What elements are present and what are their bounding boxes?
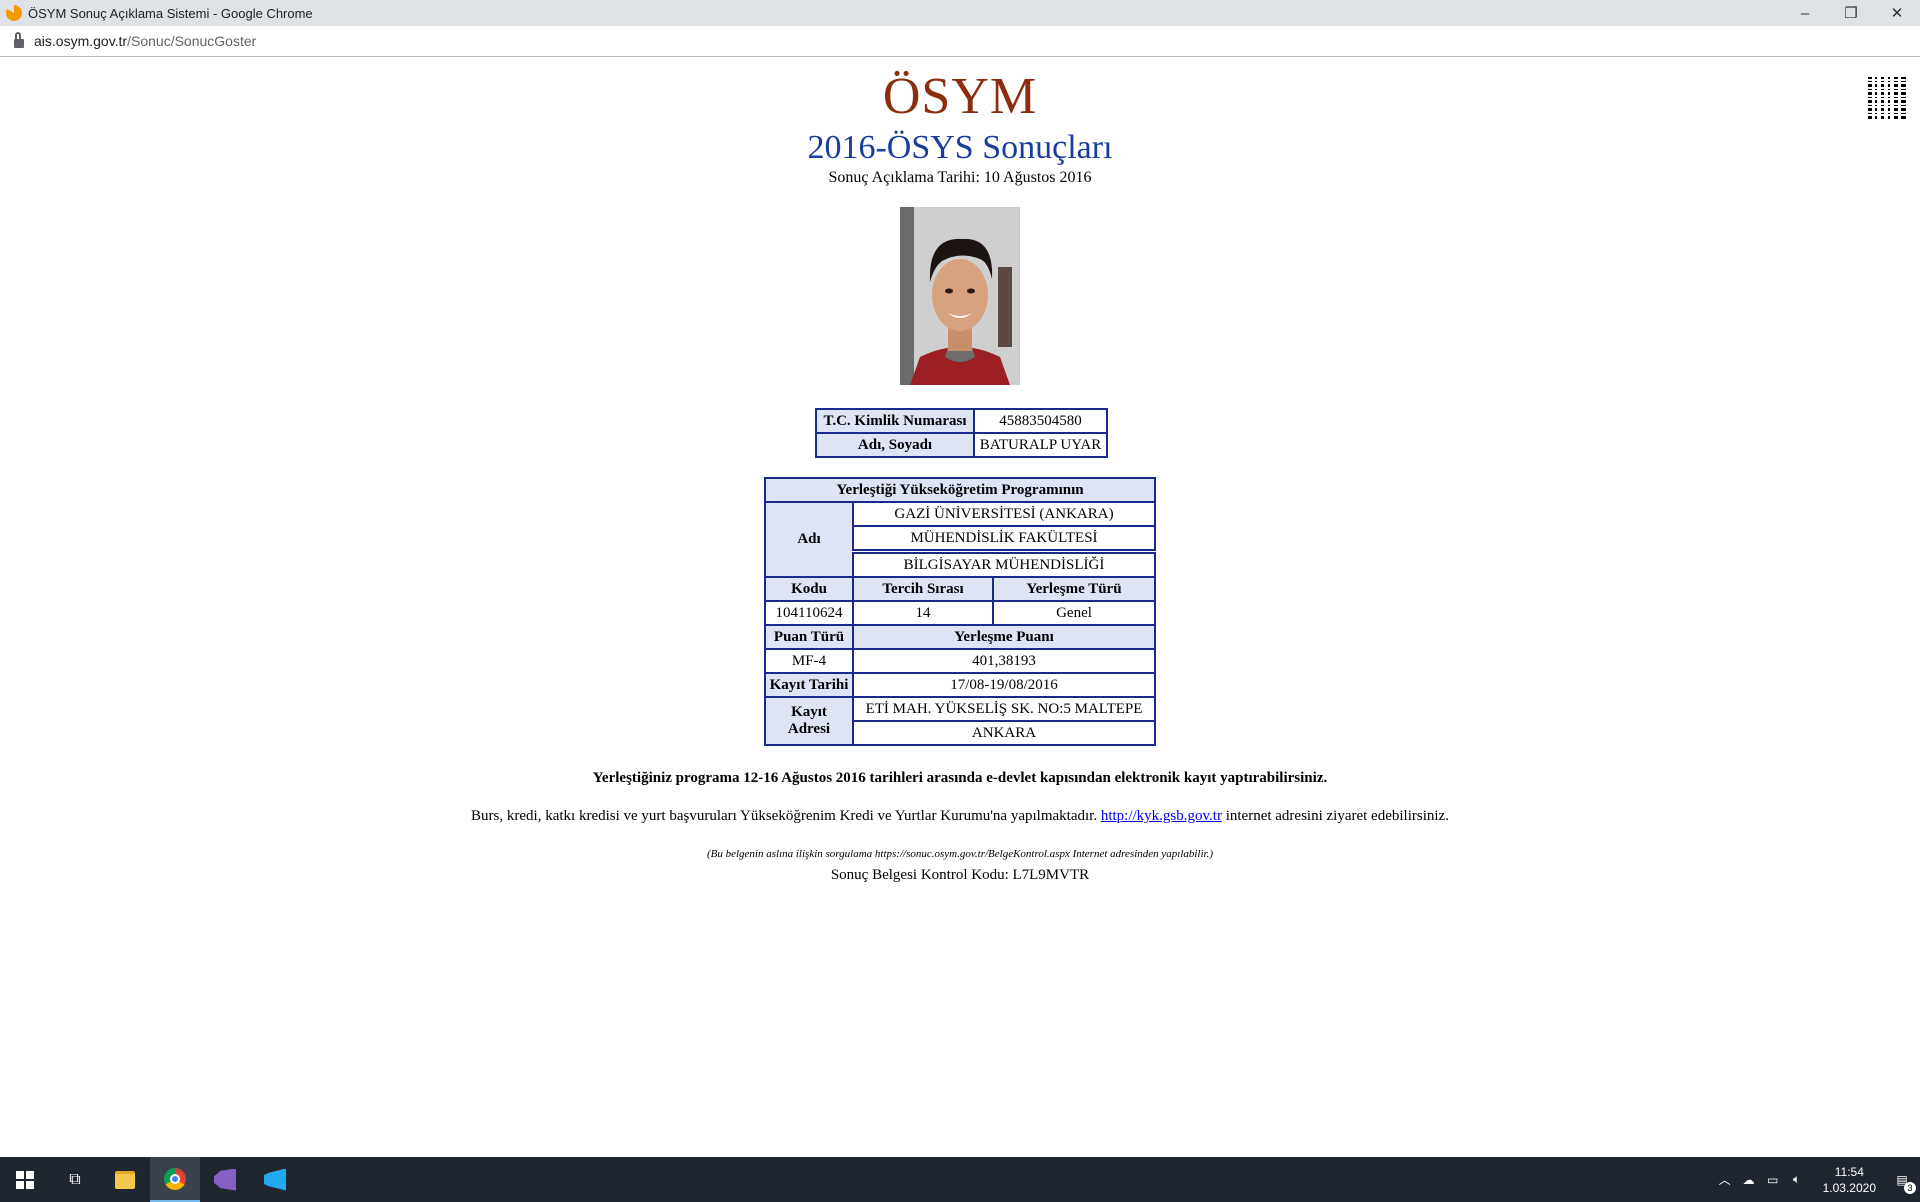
- loans-message-suffix: internet adresini ziyaret edebilirsiniz.: [1225, 808, 1449, 824]
- name-value: BATURALP UYAR: [973, 432, 1108, 458]
- notification-count: 3: [1904, 1181, 1916, 1194]
- kyk-link[interactable]: http://kyk.gsb.gov.tr: [1101, 808, 1222, 824]
- restore-button[interactable]: ❐: [1828, 0, 1874, 26]
- control-code: Sonuç Belgesi Kontrol Kodu: L7L9MVTR: [830, 867, 1090, 883]
- lock-icon[interactable]: [14, 31, 24, 48]
- identity-table: T.C. Kimlik Numarası 45883504580 Adı, So…: [815, 408, 1108, 458]
- windows-taskbar: ⧉ ︿ ☁ ▭ 🔈︎ 11:54 1.03.2020 ▤ 3: [0, 1157, 1920, 1202]
- tc-label: T.C. Kimlik Numarası: [815, 408, 975, 434]
- system-tray: ︿ ☁ ▭ 🔈︎ 11:54 1.03.2020 ▤ 3: [1717, 1164, 1920, 1196]
- chevron-up-icon[interactable]: ︿: [1717, 1172, 1733, 1188]
- program-name-label: Adı: [764, 501, 854, 578]
- task-view-icon: ⧉: [69, 1170, 81, 1188]
- visual-studio-icon: [214, 1168, 236, 1191]
- window-title: ÖSYM Sonuç Açıklama Sistemi - Google Chr…: [28, 5, 313, 21]
- score-type-value: MF-4: [764, 648, 854, 674]
- placement-type-label: Yerleşme Türü: [992, 576, 1156, 602]
- visual-studio-button[interactable]: [200, 1157, 250, 1202]
- registration-date-label: Kayıt Tarihi: [764, 672, 854, 698]
- close-button[interactable]: ✕: [1874, 0, 1920, 26]
- verification-note: (Bu belgenin aslına ilişkin sorgulama ht…: [706, 848, 1214, 860]
- url-host[interactable]: ais.osym.gov.tr: [34, 33, 127, 49]
- registration-date-value: 17/08-19/08/2016: [852, 672, 1156, 698]
- result-page: ÖSYM 2016-ÖSYS Sonuçları Sonuç Açıklama …: [0, 57, 1920, 1157]
- code-label: Kodu: [764, 576, 854, 602]
- task-view-button[interactable]: ⧉: [50, 1157, 100, 1202]
- registration-address-label: Kayıt Adresi: [764, 696, 854, 746]
- announce-date: Sonuç Açıklama Tarihi: 10 Ağustos 2016: [828, 169, 1092, 186]
- placement-table: Yerleştiği Yükseköğretim Programının Adı…: [764, 477, 1156, 746]
- program-name: BİLGİSAYAR MÜHENDİSLİĞİ: [852, 549, 1156, 578]
- loans-message: Burs, kredi, katkı kredisi ve yurt başvu…: [0, 808, 1920, 825]
- chrome-taskbar-button[interactable]: [150, 1157, 200, 1202]
- preference-label: Tercih Sırası: [852, 576, 994, 602]
- chrome-icon: [164, 1167, 186, 1190]
- windows-logo-icon: [16, 1170, 34, 1189]
- folder-icon: [115, 1170, 135, 1189]
- start-button[interactable]: [0, 1157, 50, 1202]
- tc-value: 45883504580: [973, 408, 1108, 434]
- file-explorer-button[interactable]: [100, 1157, 150, 1202]
- clock[interactable]: 11:54 1.03.2020: [1823, 1164, 1876, 1196]
- volume-icon[interactable]: 🔈︎: [1789, 1172, 1805, 1188]
- cloud-offline-icon[interactable]: ☁: [1741, 1172, 1757, 1188]
- registration-address-line1: ETİ MAH. YÜKSELİŞ SK. NO:5 MALTEPE: [852, 696, 1156, 722]
- clock-time: 11:54: [1834, 1164, 1864, 1179]
- chrome-tab-favicon-icon: [6, 5, 22, 21]
- score-value: 401,38193: [852, 648, 1156, 674]
- loans-message-text: Burs, kredi, katkı kredisi ve yurt başvu…: [471, 808, 1098, 824]
- network-icon[interactable]: ▭: [1765, 1172, 1781, 1188]
- osym-logo-text: ÖSYM: [882, 68, 1038, 125]
- address-bar[interactable]: ais.osym.gov.tr/Sonuc/SonucGoster: [0, 26, 1920, 57]
- registration-address-line2: ANKARA: [852, 720, 1156, 746]
- placement-type-value: Genel: [992, 600, 1156, 626]
- code-value: 104110624: [764, 600, 854, 626]
- score-type-label: Puan Türü: [764, 624, 854, 650]
- clock-date: 1.03.2020: [1822, 1180, 1876, 1195]
- candidate-photo: [900, 207, 1020, 385]
- minimize-button[interactable]: –: [1782, 0, 1828, 26]
- enrollment-message: Yerleştiğiniz programa 12-16 Ağustos 201…: [592, 770, 1328, 786]
- preference-value: 14: [852, 600, 994, 626]
- url-path[interactable]: /Sonuc/SonucGoster: [127, 33, 256, 49]
- score-label: Yerleşme Puanı: [852, 624, 1156, 650]
- vscode-icon: [264, 1168, 286, 1191]
- placement-header: Yerleştiği Yükseköğretim Programının: [764, 477, 1156, 503]
- vscode-button[interactable]: [250, 1157, 300, 1202]
- university-name: GAZİ ÜNİVERSİTESİ (ANKARA): [852, 501, 1156, 527]
- name-label: Adı, Soyadı: [815, 432, 975, 458]
- exam-title: 2016-ÖSYS Sonuçları: [807, 129, 1113, 166]
- browser-title-bar: ÖSYM Sonuç Açıklama Sistemi - Google Chr…: [0, 0, 1920, 26]
- notification-button[interactable]: ▤ 3: [1894, 1172, 1916, 1194]
- faculty-name: MÜHENDİSLİK FAKÜLTESİ: [852, 525, 1156, 553]
